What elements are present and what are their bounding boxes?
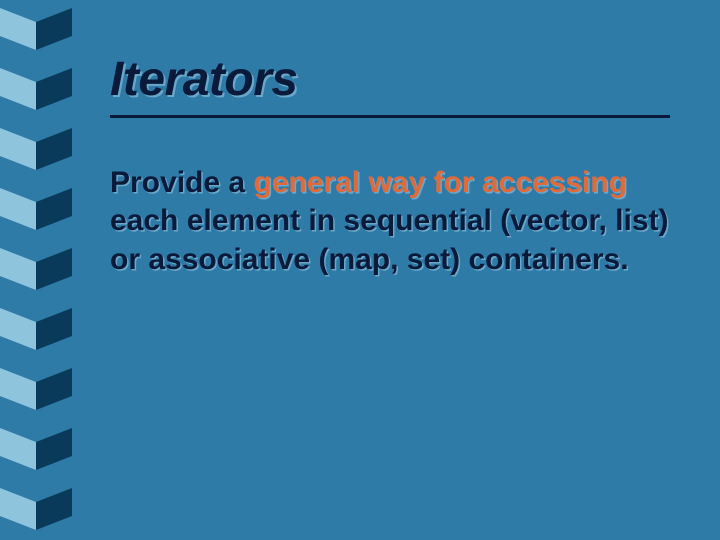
zigzag-ribbon: [0, 180, 72, 244]
slide-title: Iterators: [110, 52, 670, 118]
zigzag-ribbon: [0, 0, 72, 64]
body-pre: Provide a: [110, 166, 253, 199]
slide-body: Provide a general way for accessing each…: [110, 164, 670, 279]
zigzag-ribbon: [0, 300, 72, 364]
left-decoration: [0, 0, 72, 540]
slide-content: Iterators Provide a general way for acce…: [110, 52, 670, 279]
zigzag-ribbon: [0, 240, 72, 304]
zigzag-ribbon: [0, 420, 72, 484]
zigzag-ribbon: [0, 360, 72, 424]
zigzag-ribbon: [0, 60, 72, 124]
body-post: each element in sequential (vector, list…: [110, 204, 669, 275]
body-emphasis: general way for accessing: [253, 166, 627, 199]
zigzag-ribbon: [0, 480, 72, 540]
zigzag-ribbon: [0, 120, 72, 184]
